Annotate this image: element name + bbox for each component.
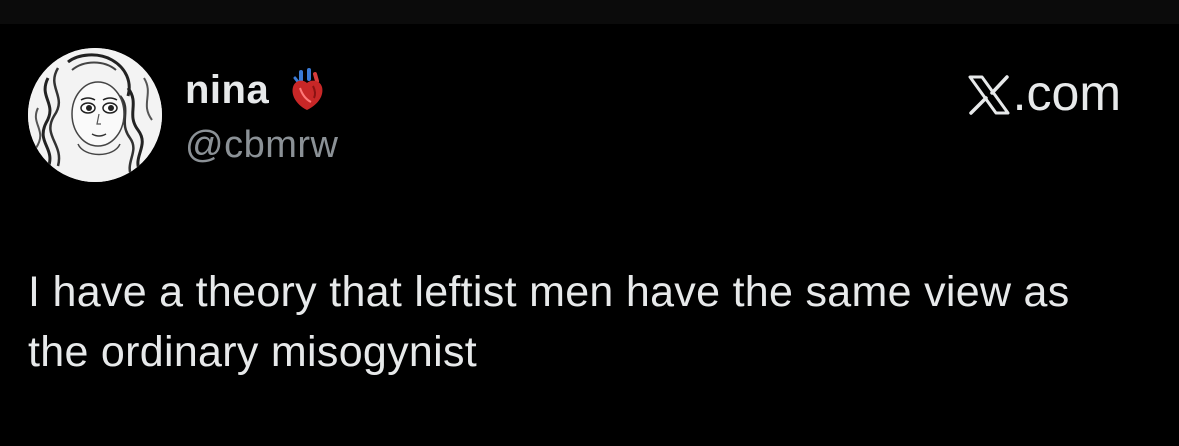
avatar[interactable] (28, 48, 162, 182)
site-label: .com (1012, 65, 1121, 121)
anatomical-heart-icon (287, 68, 327, 112)
tweet-text: I have a theory that leftist men have th… (28, 268, 1070, 376)
tweet-card: nina @cbmrw .com I have a theory that le… (0, 0, 1179, 446)
site-watermark: .com (967, 64, 1121, 122)
author-name-row[interactable]: nina (185, 66, 327, 114)
avatar-illustration (28, 48, 162, 182)
author-display-name[interactable]: nina (185, 68, 269, 113)
x-logo-icon (967, 71, 1011, 115)
author-handle[interactable]: @cbmrw (185, 124, 338, 167)
